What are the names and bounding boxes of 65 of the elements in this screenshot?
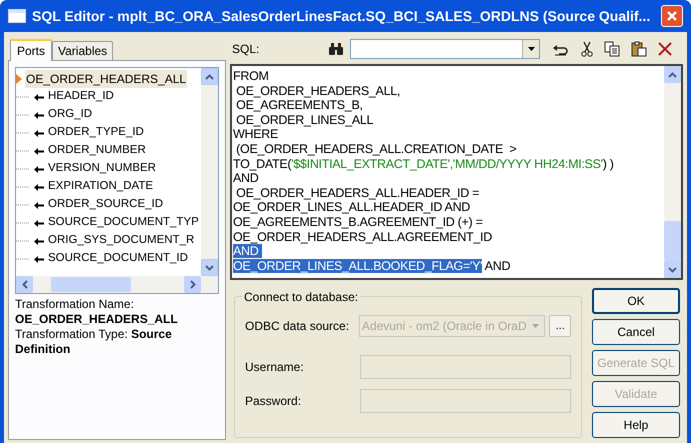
dialog-button[interactable]: Cancel (592, 319, 680, 345)
tree-connector-icon (16, 150, 30, 152)
tree-item[interactable]: ORIG_SYS_DOCUMENT_R (48, 232, 194, 250)
tree-item[interactable]: SOURCE_DOCUMENT_TYP (48, 214, 199, 232)
paste-icon[interactable] (631, 41, 647, 57)
tree-connector-icon (16, 204, 30, 206)
odbc-value: Adevuni - om2 (Oracle in OraD (362, 318, 527, 335)
scrollbar-thumb[interactable] (51, 277, 131, 292)
info-value: OE_ORDER_HEADERS_ALL (15, 312, 179, 327)
tree-connector-icon (16, 132, 30, 134)
left-arrow-icon (34, 220, 44, 226)
tree-connector-icon (16, 114, 30, 116)
dropdown-arrow-icon (532, 324, 540, 328)
left-arrow-icon (34, 148, 44, 154)
info-label: Transformation Name: (15, 297, 135, 312)
password-field[interactable] (360, 389, 571, 413)
username-field[interactable] (360, 355, 571, 379)
dialog-button[interactable]: Help (592, 412, 680, 438)
left-arrow-icon (34, 256, 44, 262)
tree-item[interactable]: SOURCE_DOCUMENT_ID (48, 250, 188, 268)
tree-item[interactable]: OE_ORDER_HEADERS_ALL (25, 70, 188, 88)
left-arrow-icon (34, 202, 44, 208)
tree-item[interactable]: ORDER_NUMBER (48, 142, 146, 160)
copy-icon[interactable] (604, 41, 620, 57)
odbc-label: ODBC data source: (245, 318, 350, 335)
tree-item[interactable]: ORDER_SOURCE_ID (48, 196, 164, 214)
tree-connector-icon (16, 222, 30, 224)
triangle-icon (16, 74, 22, 84)
dropdown-arrow-icon (528, 47, 534, 51)
undo-icon[interactable] (552, 42, 570, 56)
window-icon (8, 9, 26, 23)
scrollbar-thumb[interactable] (664, 221, 681, 261)
close-button[interactable] (661, 5, 683, 27)
left-arrow-icon (34, 238, 44, 244)
sql-label: SQL: (231, 41, 260, 58)
password-label: Password: (245, 393, 302, 410)
tab[interactable]: Variables (52, 41, 114, 60)
left-arrow-icon (34, 94, 44, 100)
left-arrow-icon (34, 112, 44, 118)
binoculars-icon[interactable] (328, 42, 344, 56)
delete-icon[interactable] (658, 42, 672, 56)
left-arrow-icon (34, 166, 44, 172)
cut-icon[interactable] (581, 41, 593, 57)
username-label: Username: (245, 359, 305, 376)
tree-item[interactable]: ORDER_TYPE_ID (48, 124, 144, 142)
dialog-button[interactable]: OK (592, 288, 680, 314)
tree-connector-icon (16, 186, 30, 188)
tree-connector-icon (16, 258, 30, 260)
tree-item[interactable]: EXPIRATION_DATE (48, 178, 154, 196)
left-arrow-icon (34, 130, 44, 136)
close-icon (666, 10, 678, 22)
tree-item[interactable]: HEADER_ID (48, 88, 114, 106)
tree-connector-icon (16, 96, 30, 98)
info-text: Transformation Type: Source Definition (15, 327, 173, 357)
vertical-scrollbar[interactable] (664, 66, 681, 278)
search-combo[interactable] (350, 39, 540, 59)
left-arrow-icon (34, 184, 44, 190)
tree-item[interactable]: VERSION_NUMBER (48, 160, 156, 178)
tree-connector-icon (16, 168, 30, 170)
window-title: SQL Editor - mplt_BC_ORA_SalesOrderLinesFact.SQ_BCI_SALES_ORDLNS (Source Qualif... (32, 6, 652, 26)
tree-item[interactable]: ORG_ID (48, 106, 92, 124)
tab[interactable]: Ports (10, 39, 52, 61)
horizontal-scrollbar[interactable] (16, 276, 218, 293)
vertical-scrollbar[interactable] (201, 68, 218, 276)
tree-connector-icon (16, 240, 30, 242)
